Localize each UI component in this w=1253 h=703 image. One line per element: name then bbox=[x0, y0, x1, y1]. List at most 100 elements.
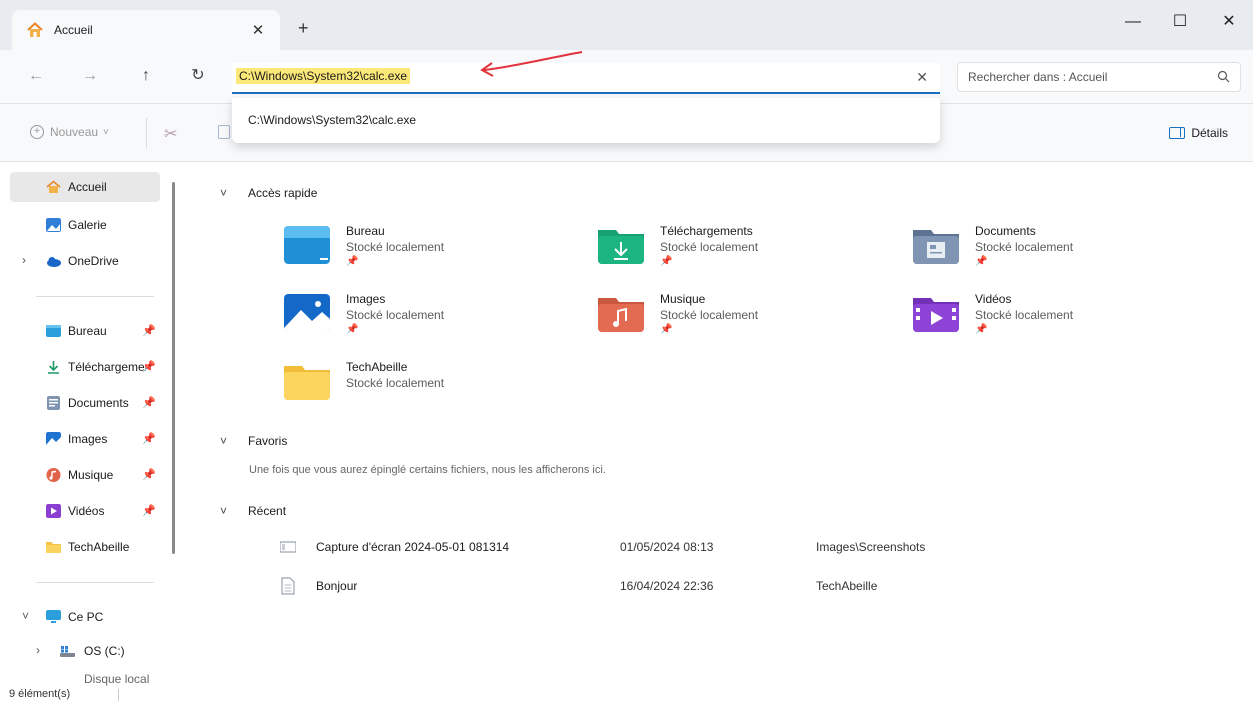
download-folder-icon bbox=[598, 230, 644, 264]
desktop-folder-icon bbox=[284, 226, 330, 264]
sidebar-item-os-c[interactable]: › OS (C:) bbox=[10, 636, 160, 666]
refresh-button[interactable]: ↻ bbox=[188, 66, 208, 86]
sidebar-divider bbox=[36, 582, 154, 583]
quick-access-item-techabeille[interactable]: TechAbeille Stocké localement bbox=[284, 360, 584, 414]
details-pane-icon bbox=[1169, 127, 1186, 139]
music-icon bbox=[46, 468, 61, 482]
minimize-button[interactable]: — bbox=[1123, 14, 1143, 30]
music-folder-icon bbox=[598, 298, 644, 332]
gallery-icon bbox=[46, 218, 61, 232]
cloud-icon bbox=[47, 257, 61, 267]
sidebar-scrollbar[interactable] bbox=[172, 182, 175, 554]
sidebar-item-bureau[interactable]: Bureau 📌 bbox=[10, 316, 160, 346]
images-icon bbox=[46, 432, 61, 446]
sidebar-item-musique[interactable]: Musique 📌 bbox=[10, 460, 160, 490]
tab-accueil[interactable]: Accueil ✕ bbox=[12, 10, 280, 50]
download-icon bbox=[48, 361, 59, 374]
quick-access-item-musique[interactable]: Musique Stocké localement 📌 bbox=[598, 292, 898, 346]
search-placeholder: Rechercher dans : Accueil bbox=[968, 70, 1108, 84]
quick-access-item-telechargements[interactable]: Téléchargements Stocké localement 📌 bbox=[598, 224, 898, 278]
search-input[interactable]: Rechercher dans : Accueil bbox=[957, 62, 1241, 92]
clear-address-icon[interactable]: ✕ bbox=[916, 69, 928, 86]
sidebar-item-partial[interactable]: Disque local bbox=[10, 670, 160, 687]
new-label: Nouveau bbox=[50, 125, 99, 139]
videos-folder-icon bbox=[913, 298, 959, 332]
quick-access-item-documents[interactable]: Documents Stocké localement 📌 bbox=[913, 224, 1213, 278]
chevron-down-icon: ˅ bbox=[103, 126, 109, 138]
pin-icon: 📌 bbox=[346, 256, 359, 267]
drive-icon bbox=[60, 646, 75, 657]
sidebar-item-ce-pc[interactable]: ˅ Ce PC bbox=[10, 602, 160, 632]
recent-row[interactable]: Bonjour 16/04/2024 22:36 TechAbeille bbox=[276, 575, 1176, 599]
sidebar-item-telechargements[interactable]: Téléchargements 📌 bbox=[10, 352, 160, 382]
pin-icon: 📌 bbox=[142, 469, 156, 481]
chevron-right-icon[interactable]: › bbox=[22, 253, 26, 267]
sidebar-item-documents[interactable]: Documents 📌 bbox=[10, 388, 160, 418]
computer-icon bbox=[46, 610, 61, 623]
address-suggestion-item[interactable]: C:\Windows\System32\calc.exe bbox=[248, 113, 416, 127]
pin-icon: 📌 bbox=[142, 325, 156, 337]
pin-icon: 📌 bbox=[142, 433, 156, 445]
chevron-down-icon[interactable]: ˅ bbox=[22, 609, 29, 623]
toolbar-divider bbox=[146, 118, 147, 148]
chevron-right-icon[interactable]: › bbox=[36, 643, 40, 657]
quick-access-header[interactable]: ˅ Accès rapide bbox=[220, 186, 317, 200]
close-window-button[interactable]: ✕ bbox=[1219, 14, 1239, 30]
video-icon bbox=[46, 504, 61, 518]
folder-icon bbox=[46, 542, 61, 553]
plus-icon: + bbox=[30, 125, 44, 139]
sidebar-item-onedrive[interactable]: › OneDrive bbox=[10, 246, 160, 276]
new-button[interactable]: + Nouveau ˅ bbox=[30, 125, 109, 139]
favorites-empty-text: Une fois que vous aurez épinglé certains… bbox=[249, 464, 606, 476]
recent-header[interactable]: ˅ Récent bbox=[220, 504, 286, 518]
pin-icon: 📌 bbox=[975, 324, 988, 335]
address-suggestions: C:\Windows\System32\calc.exe bbox=[232, 98, 940, 143]
status-bar: 9 élément(s) bbox=[0, 687, 1253, 703]
main-content: ˅ Accès rapide Bureau Stocké localement … bbox=[180, 162, 1253, 687]
sidebar-item-videos[interactable]: Vidéos 📌 bbox=[10, 496, 160, 526]
forward-button[interactable]: → bbox=[80, 66, 100, 86]
pin-icon: 📌 bbox=[975, 256, 988, 267]
pin-icon: 📌 bbox=[142, 361, 156, 373]
text-file-icon bbox=[281, 577, 295, 595]
address-input[interactable]: C:\Windows\System32\calc.exe bbox=[236, 68, 411, 84]
pin-icon: 📌 bbox=[142, 505, 156, 517]
pin-icon: 📌 bbox=[660, 256, 673, 267]
desktop-folder-icon bbox=[46, 325, 61, 337]
tab-close-icon[interactable]: ✕ bbox=[250, 21, 266, 39]
quick-access-item-images[interactable]: Images Stocké localement 📌 bbox=[284, 292, 584, 346]
back-button[interactable]: ← bbox=[26, 66, 46, 86]
up-button[interactable]: ↑ bbox=[136, 66, 156, 86]
sidebar-item-galerie[interactable]: Galerie bbox=[10, 210, 160, 240]
chevron-down-icon: ˅ bbox=[220, 504, 228, 518]
new-tab-button[interactable]: + bbox=[298, 19, 309, 37]
favorites-header[interactable]: ˅ Favoris bbox=[220, 434, 287, 448]
quick-access-item-bureau[interactable]: Bureau Stocké localement 📌 bbox=[284, 224, 584, 278]
pin-icon: 📌 bbox=[346, 324, 359, 335]
copy-icon[interactable] bbox=[218, 125, 230, 139]
documents-icon bbox=[47, 396, 60, 410]
image-file-icon bbox=[280, 541, 296, 553]
tab-title: Accueil bbox=[54, 23, 93, 37]
quick-access-item-videos[interactable]: Vidéos Stocké localement 📌 bbox=[913, 292, 1213, 346]
annotation-arrow-icon bbox=[480, 51, 583, 77]
chevron-down-icon: ˅ bbox=[220, 434, 228, 448]
item-count: 9 élément(s) bbox=[9, 688, 71, 700]
sidebar-item-images[interactable]: Images 📌 bbox=[10, 424, 160, 454]
status-divider bbox=[118, 689, 119, 701]
home-icon bbox=[46, 180, 61, 193]
recent-row[interactable]: Capture d'écran 2024-05-01 081314 01/05/… bbox=[276, 536, 1176, 560]
navigation-pane: Accueil Galerie › OneDrive Bureau 📌 Télé… bbox=[0, 162, 180, 687]
sidebar-item-accueil[interactable]: Accueil bbox=[10, 172, 160, 202]
sidebar-divider bbox=[36, 296, 154, 297]
images-folder-icon bbox=[284, 294, 330, 332]
cut-icon[interactable]: ✂ bbox=[164, 124, 177, 144]
details-button[interactable]: Détails bbox=[1169, 126, 1228, 140]
search-icon bbox=[1217, 70, 1230, 83]
pin-icon: 📌 bbox=[660, 324, 673, 335]
home-icon bbox=[27, 22, 43, 37]
chevron-down-icon: ˅ bbox=[220, 186, 228, 200]
maximize-button[interactable]: ☐ bbox=[1170, 14, 1190, 30]
documents-folder-icon bbox=[913, 230, 959, 264]
sidebar-item-techabeille[interactable]: TechAbeille bbox=[10, 532, 160, 562]
